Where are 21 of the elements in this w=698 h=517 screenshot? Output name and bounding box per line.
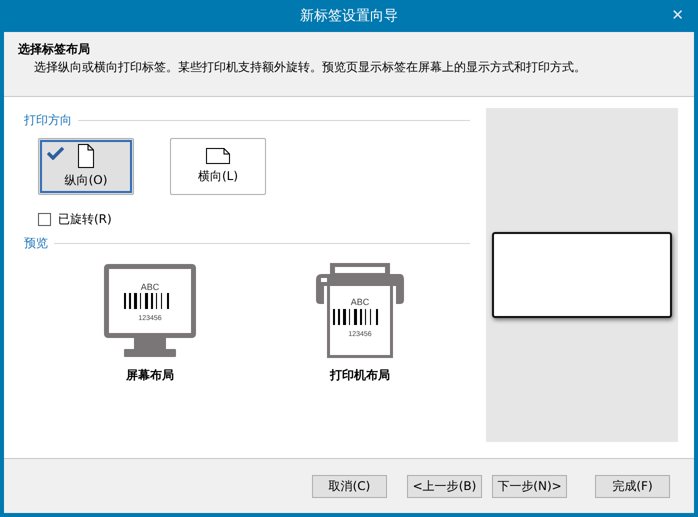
page-description: 选择纵向或横向打印标签。某些打印机支持额外旋转。预览页显示标签在屏幕上的显示方式和打印方式。 — [33, 59, 587, 76]
portrait-page-icon — [78, 144, 94, 168]
preview-caption: 屏幕布局 — [126, 367, 174, 384]
section-heading: 预览 — [24, 235, 48, 252]
wizard-button[interactable]: 取消(C) — [312, 474, 387, 498]
rotated-checkbox[interactable] — [38, 212, 51, 226]
page-title: 选择标签布局 — [18, 41, 91, 58]
checkbox-label: 已旋转(R) — [58, 211, 112, 228]
orientation-button[interactable]: 纵向(O) — [38, 138, 134, 195]
close-button[interactable]: ✕ — [667, 5, 688, 25]
checkmark-icon — [47, 147, 64, 160]
preview-caption: 打印机布局 — [330, 367, 390, 384]
sample-label-text: ABC — [140, 282, 160, 292]
wizard-button[interactable]: 完成(F) — [595, 474, 670, 498]
orientation-button[interactable]: 横向(L) — [170, 138, 266, 195]
landscape-page-icon — [206, 148, 230, 164]
window-title: 新标签设置向导 — [300, 6, 398, 26]
wizard-button[interactable]: <上一步(B) — [407, 474, 482, 498]
section-heading: 打印方向 — [24, 112, 72, 129]
wizard-button[interactable]: 下一步(N)> — [492, 474, 567, 498]
sample-label-text: ABC — [350, 297, 370, 307]
